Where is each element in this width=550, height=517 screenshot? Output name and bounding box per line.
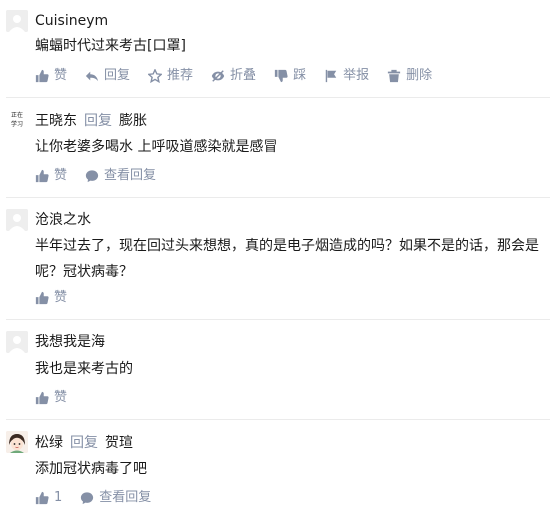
- divider: [6, 419, 550, 420]
- view-replies-label: 查看回复: [99, 490, 152, 505]
- delete-label: 删除: [406, 68, 433, 83]
- like-label: 赞: [54, 290, 68, 305]
- thumb-up-icon: [35, 69, 49, 83]
- divider: [6, 319, 550, 320]
- comment-author[interactable]: 松绿: [35, 435, 63, 451]
- reply-button[interactable]: 回复: [85, 66, 130, 86]
- comment-actions: 赞 查看回复: [35, 166, 174, 186]
- view-replies-label: 查看回复: [104, 168, 157, 183]
- comment-actions: 赞: [35, 388, 85, 408]
- comment-content-line: 呢？冠状病毒？: [35, 264, 133, 280]
- like-button[interactable]: 赞: [35, 166, 67, 186]
- comment-author-row: 我想我是海: [35, 332, 105, 352]
- comment-author-row: Cuisineym: [35, 11, 108, 31]
- comment-author-row: 松绿 回复 贺瑄: [35, 433, 133, 453]
- like-count: 1: [54, 490, 63, 505]
- divider: [6, 97, 550, 98]
- speech-bubble-icon: [81, 492, 94, 505]
- divider: [6, 197, 550, 198]
- delete-button[interactable]: 删除: [387, 66, 432, 86]
- collapse-button[interactable]: 折叠: [211, 66, 256, 86]
- default-avatar-icon: [6, 209, 28, 231]
- comment-content: 我也是来考古的: [35, 361, 133, 377]
- comment-actions: 赞 回复 推荐 折叠 踩 举报 删除: [35, 66, 450, 86]
- reply-target[interactable]: 贺瑄: [105, 435, 133, 451]
- flag-icon: [325, 69, 337, 83]
- recommend-label: 推荐: [167, 68, 194, 83]
- comment-author[interactable]: Cuisineym: [35, 13, 108, 29]
- comment-content: 添加冠状病毒了吧: [35, 461, 147, 477]
- view-replies-button[interactable]: 查看回复: [85, 166, 156, 186]
- thumb-up-icon: [35, 169, 49, 183]
- thumb-up-icon: [35, 491, 49, 505]
- like-button[interactable]: 赞: [35, 288, 67, 308]
- avatar[interactable]: [6, 331, 28, 353]
- reply-word: 回复: [70, 435, 98, 451]
- thumb-up-icon: [35, 391, 49, 405]
- like-label: 赞: [54, 168, 68, 183]
- avatar[interactable]: [6, 209, 28, 231]
- comment-content: 让你老婆多喝水 上呼吸道感染就是感冒: [35, 139, 278, 155]
- comment-actions: 1 查看回复: [35, 488, 169, 508]
- comment-author-row: 王晓东 回复 膨胀: [35, 111, 147, 131]
- comment-author[interactable]: 沧浪之水: [35, 212, 91, 228]
- trash-icon: [387, 69, 401, 83]
- comment-content-line: 半年过去了，现在回过头来想想，真的是电子烟造成的吗？如果不是的话，那会是: [35, 238, 539, 254]
- avatar[interactable]: [6, 431, 28, 453]
- dislike-button[interactable]: 踩: [274, 66, 306, 86]
- like-label: 赞: [54, 68, 68, 83]
- star-icon: [148, 69, 163, 83]
- reply-target[interactable]: 膨胀: [119, 113, 147, 129]
- like-button[interactable]: 赞: [35, 66, 67, 86]
- thumb-down-icon: [274, 69, 288, 83]
- avatar-text-line-2: 学习: [10, 121, 23, 128]
- comment-actions: 赞: [35, 288, 85, 308]
- avatar[interactable]: [6, 10, 28, 32]
- collapse-label: 折叠: [230, 68, 257, 83]
- thumb-up-icon: [35, 291, 49, 305]
- comment-author[interactable]: 王晓东: [35, 113, 77, 129]
- comment-author[interactable]: 我想我是海: [35, 334, 105, 350]
- comment-content: 半年过去了，现在回过头来想想，真的是电子烟造成的吗？如果不是的话，那会是 呢？冠…: [35, 233, 540, 285]
- reply-word: 回复: [84, 113, 112, 129]
- report-button[interactable]: 举报: [324, 66, 369, 86]
- comment-author-row: 沧浪之水: [35, 210, 91, 230]
- speech-bubble-icon: [85, 170, 99, 183]
- reply-label: 回复: [104, 68, 131, 83]
- cartoon-girl-avatar-icon: [6, 431, 28, 453]
- view-replies-button[interactable]: 查看回复: [80, 488, 151, 508]
- report-label: 举报: [343, 68, 370, 83]
- like-button[interactable]: 1: [35, 488, 62, 508]
- collapse-icon: [211, 70, 225, 82]
- dislike-label: 踩: [293, 68, 307, 83]
- avatar-text-line-1: 正在: [10, 112, 23, 119]
- like-button[interactable]: 赞: [35, 388, 67, 408]
- default-avatar-icon: [6, 10, 28, 32]
- comment-content: 蝙蝠时代过来考古[口罩]: [35, 38, 186, 54]
- default-avatar-icon: [6, 331, 28, 353]
- like-label: 赞: [54, 390, 68, 405]
- avatar[interactable]: 正在 学习: [6, 111, 28, 133]
- recommend-button[interactable]: 推荐: [148, 66, 193, 86]
- reply-arrow-icon: [85, 71, 99, 82]
